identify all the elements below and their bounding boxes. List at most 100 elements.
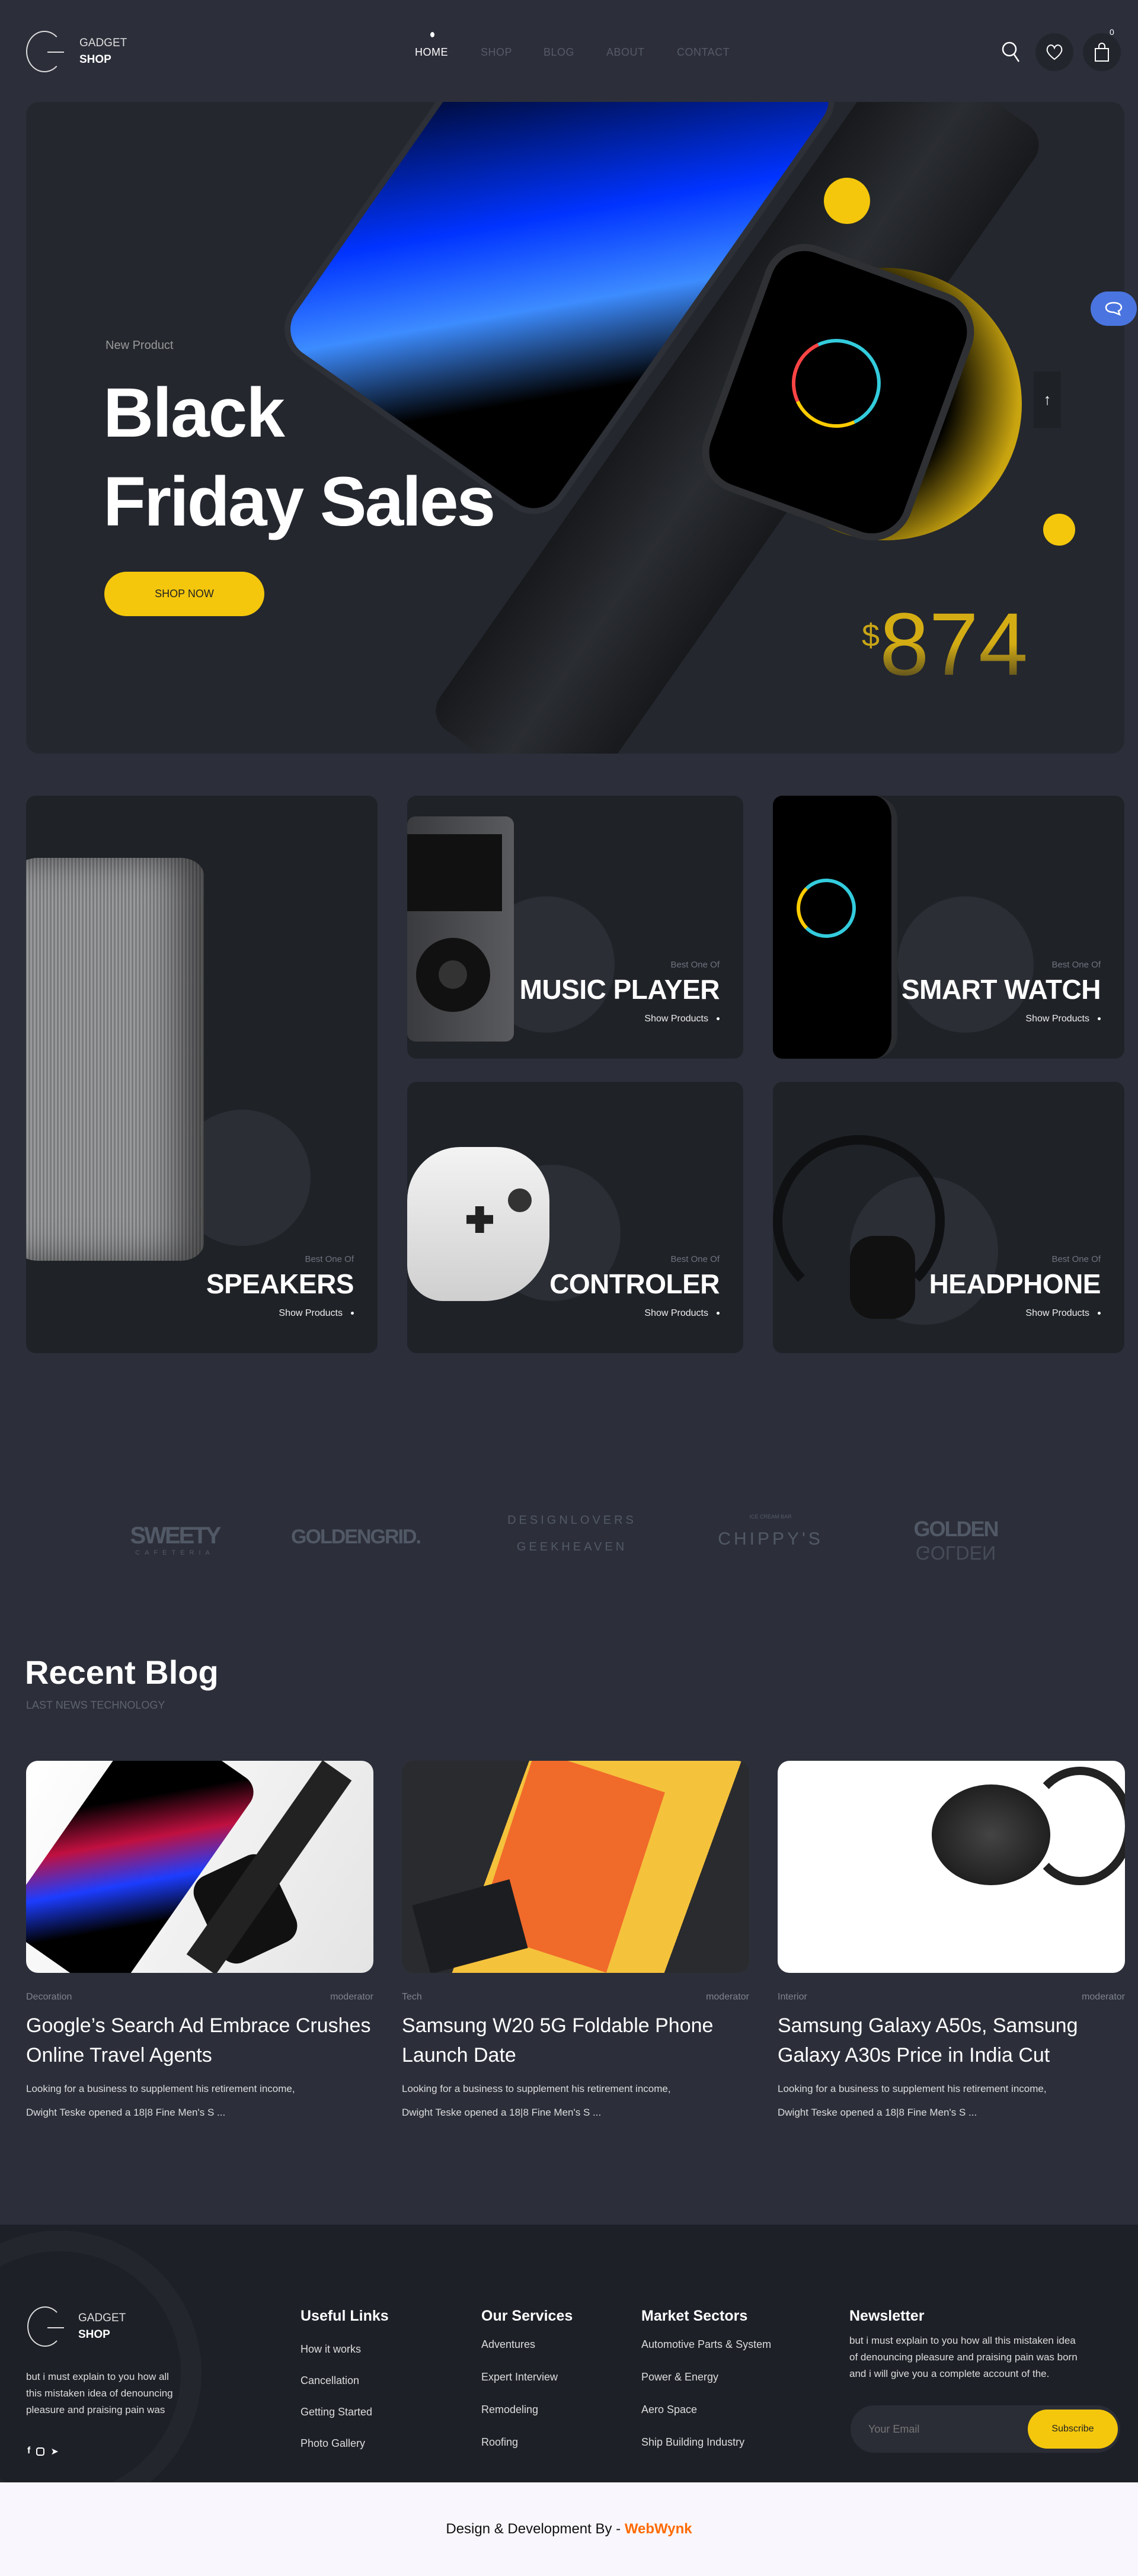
blog-author[interactable]: moderator [1082,1992,1125,2003]
category-eyebrow: Best One Of [1051,960,1101,970]
hero-eyebrow: New Product [106,339,174,352]
footer-link[interactable]: Automotive Parts & System [641,2338,771,2351]
chat-button[interactable] [1091,291,1137,326]
show-products-link[interactable]: Show Products [520,1014,720,1024]
blog-excerpt: Dwight Teske opened a 18|8 Fine Men's S … [26,2107,226,2118]
footer-link[interactable]: Roofing [481,2436,518,2449]
logo-g-icon [26,31,64,72]
blog-author[interactable]: moderator [706,1992,749,2003]
nav-about[interactable]: ABOUT [606,46,645,59]
nav-blog[interactable]: BLOG [544,46,574,59]
category-eyebrow: Best One Of [670,960,720,970]
category-name: SMART WATCH [901,974,1101,1005]
logo-line2: SHOP [79,53,111,66]
blog-excerpt: Dwight Teske opened a 18|8 Fine Men's S … [402,2107,602,2118]
footer-link[interactable]: Power & Energy [641,2371,718,2383]
show-products-link[interactable]: Show Products [549,1308,720,1319]
shop-now-button[interactable]: SHOP NOW [104,572,264,616]
blog-post-title[interactable]: Samsung W20 5G Foldable Phone Launch Dat… [402,2011,749,2070]
active-dot [430,32,434,37]
footer-link[interactable]: Photo Gallery [301,2437,365,2450]
category-smart-watch[interactable]: Best One Of SMART WATCH Show Products [773,796,1124,1059]
price-currency: $ [862,618,880,653]
hero-banner: New Product Black Friday Sales SHOP NOW … [26,102,1124,754]
brand-logo: DESIGNLOVERS GEEKHEAVEN [507,1514,637,1553]
footer-link[interactable]: Adventures [481,2338,535,2351]
facebook-icon[interactable]: f [27,2446,30,2458]
footer-link[interactable]: Expert Interview [481,2371,558,2383]
footer-heading: Market Sectors [641,2308,748,2324]
yellow-dot [824,178,870,224]
credit-bar: Design & Development By - WebWynk [0,2482,1138,2576]
yellow-dot-small [1043,514,1075,546]
blog-post[interactable]: Decoration moderator Google’s Search Ad E… [26,1761,373,2125]
hero-title-line1: Black [103,374,285,452]
header: GADGET SHOP HOME SHOP BLOG ABOUT CONTACT … [0,0,1138,101]
footer-decor-circle [0,2231,202,2482]
social-links: f ➤ [27,2446,59,2458]
footer-link[interactable]: Aero Space [641,2404,697,2416]
category-name: HEADPHONE [929,1268,1101,1299]
blog-category[interactable]: Interior [778,1992,807,2003]
footer-link[interactable]: Remodeling [481,2404,538,2416]
blog-post-title[interactable]: Samsung Galaxy A50s, Samsung Galaxy A30s… [778,2011,1125,2070]
show-products-link[interactable]: Show Products [929,1308,1101,1319]
blog-category[interactable]: Tech [402,1992,422,2003]
category-music-player[interactable]: Best One Of MUSIC PLAYER Show Products [407,796,743,1059]
blog-post[interactable]: Tech moderator Samsung W20 5G Foldable Ph… [402,1761,749,2125]
logo-line2: SHOP [78,2328,110,2341]
blog-excerpt: Looking for a business to supplement his… [778,2083,1047,2094]
nav-shop[interactable]: SHOP [481,46,512,59]
hero-title-line2: Friday Sales [103,463,496,541]
logo-line1: GADGET [79,37,127,49]
controller-image [407,1147,549,1301]
category-headphone[interactable]: Best One Of HEADPHONE Show Products [773,1082,1124,1353]
footer-link[interactable]: Ship Building Industry [641,2436,744,2449]
blog-subtitle: LAST NEWS TECHNOLOGY [26,1699,165,1711]
category-name: MUSIC PLAYER [519,974,720,1005]
email-input[interactable] [868,2420,1011,2439]
category-name: SPEAKERS [206,1268,354,1299]
blog-image[interactable] [26,1761,373,1973]
blog-post[interactable]: Interior moderator Samsung Galaxy A50s, S… [778,1761,1125,2125]
nav-contact[interactable]: CONTACT [677,46,730,59]
telegram-icon[interactable]: ➤ [50,2446,58,2458]
footer-link[interactable]: How it works [301,2343,361,2356]
scroll-top-button[interactable]: ↑ [1034,371,1061,428]
footer-link[interactable]: Getting Started [301,2406,372,2418]
category-eyebrow: Best One Of [305,1254,354,1264]
blog-excerpt: Dwight Teske opened a 18|8 Fine Men's S … [778,2107,977,2118]
category-name: CONTROLER [549,1268,720,1299]
category-speakers[interactable]: Best One Of SPEAKERS Show Products [26,796,378,1353]
credit-brand-link[interactable]: WebWynk [625,2521,692,2537]
instagram-icon[interactable] [36,2447,45,2456]
speaker-image [26,858,204,1261]
category-eyebrow: Best One Of [670,1254,720,1264]
credit-text: Design & Development By - [446,2521,625,2537]
footer: GADGET SHOP but i must explain to you how… [0,2225,1138,2482]
footer-logo[interactable]: GADGET SHOP [27,2306,126,2347]
newsletter-text: but i must explain to you how all this m… [849,2335,1078,2379]
ipod-image [407,816,514,1042]
watch-image [773,796,897,1059]
heart-icon[interactable] [1035,33,1073,71]
subscribe-button[interactable]: Subscribe [1028,2410,1118,2449]
blog-author[interactable]: moderator [330,1992,373,2003]
footer-heading: Our Services [481,2308,573,2324]
category-controler[interactable]: Best One Of CONTROLER Show Products [407,1082,743,1353]
blog-category[interactable]: Decoration [26,1992,72,2003]
nav-home[interactable]: HOME [415,46,448,59]
blog-post-title[interactable]: Google’s Search Ad Embrace Crushes Onlin… [26,2011,373,2070]
search-icon[interactable] [992,33,1030,71]
show-products-link[interactable]: Show Products [902,1014,1101,1024]
blog-image[interactable] [402,1761,749,1973]
cart-count: 0 [1110,27,1114,37]
shopping-bag-icon[interactable] [1083,33,1121,71]
newsletter-form: Subscribe [851,2405,1120,2453]
footer-link[interactable]: Cancellation [301,2375,359,2387]
logo-g-icon [27,2306,64,2347]
logo[interactable]: GADGET SHOP [26,31,127,72]
show-products-link[interactable]: Show Products [206,1308,354,1319]
blog-excerpt: Looking for a business to supplement his… [402,2083,671,2094]
blog-image[interactable] [778,1761,1125,1973]
